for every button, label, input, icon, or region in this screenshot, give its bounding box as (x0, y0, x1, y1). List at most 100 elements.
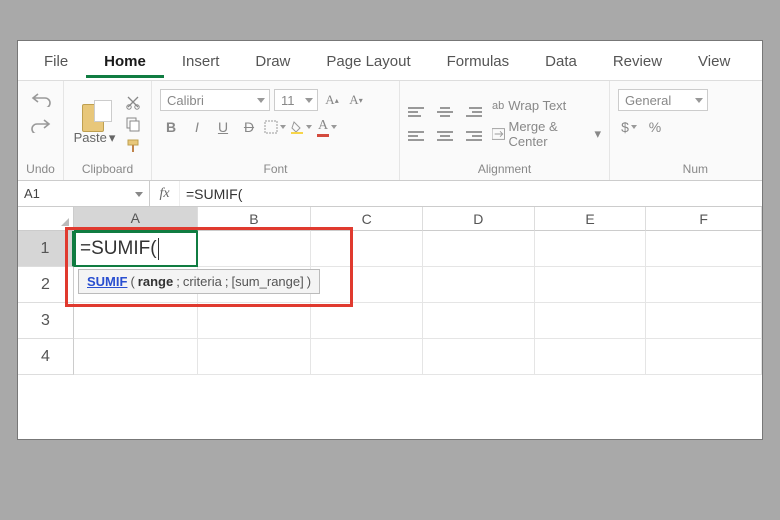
tab-draw[interactable]: Draw (237, 43, 308, 78)
number-format-combo[interactable]: General (618, 89, 708, 111)
align-right-button[interactable] (460, 126, 482, 146)
undo-button[interactable] (31, 91, 51, 107)
cell-A4[interactable] (74, 339, 198, 375)
active-cell-value: =SUMIF( (80, 238, 157, 260)
cell-C4[interactable] (311, 339, 423, 375)
font-color-button[interactable]: A (316, 117, 338, 137)
ribbon-group-font: Calibri 11 A▴ A▾ B I U D (152, 81, 400, 180)
sheet-grid[interactable]: A B C D E F 1 2 3 4 =SUMIF( SUMIF ( rang… (18, 207, 762, 439)
column-header-B[interactable]: B (198, 207, 312, 231)
redo-button[interactable] (31, 117, 51, 133)
ribbon-group-number: General $ % Num (610, 81, 720, 180)
tooltip-function-link[interactable]: SUMIF (87, 274, 127, 289)
cell-C1[interactable] (311, 231, 423, 267)
row-header-3[interactable]: 3 (18, 303, 74, 339)
cell-E1[interactable] (535, 231, 647, 267)
text-cursor (158, 238, 159, 260)
copy-button[interactable] (125, 116, 141, 132)
bold-button[interactable]: B (160, 117, 182, 137)
merge-center-button[interactable]: Merge & Center ▾ (492, 119, 601, 149)
cell-C2[interactable] (311, 267, 423, 303)
border-button[interactable] (264, 117, 286, 137)
merge-icon (492, 128, 505, 140)
tab-data[interactable]: Data (527, 43, 595, 78)
formula-bar: A1 fx =SUMIF( (18, 181, 762, 207)
cell-F2[interactable] (646, 267, 762, 303)
tab-view[interactable]: View (680, 43, 748, 78)
paste-button[interactable]: Paste▾ (74, 130, 116, 146)
fill-color-button[interactable] (290, 117, 312, 137)
formula-input[interactable]: =SUMIF( (180, 186, 762, 202)
align-center-button[interactable] (434, 126, 456, 146)
tab-file[interactable]: File (26, 43, 86, 78)
paste-icon[interactable] (82, 100, 108, 130)
chevron-down-icon: ▾ (594, 126, 601, 142)
wrap-text-icon: ab (492, 100, 504, 112)
italic-button[interactable]: I (186, 117, 208, 137)
column-header-A[interactable]: A (74, 207, 198, 231)
align-bottom-button[interactable] (460, 102, 482, 122)
tab-page-layout[interactable]: Page Layout (308, 43, 428, 78)
cell-E3[interactable] (535, 303, 647, 339)
wrap-text-button[interactable]: ab Wrap Text (492, 98, 601, 113)
format-painter-button[interactable] (125, 138, 141, 154)
cell-C3[interactable] (311, 303, 423, 339)
font-size-combo[interactable]: 11 (274, 89, 318, 111)
tab-home[interactable]: Home (86, 43, 164, 78)
currency-button[interactable]: $ (618, 117, 640, 137)
chevron-down-icon: ▾ (109, 130, 116, 146)
excel-window: File Home Insert Draw Page Layout Formul… (17, 40, 763, 440)
column-header-F[interactable]: F (646, 207, 762, 231)
active-cell-editor[interactable]: =SUMIF( (74, 231, 198, 267)
clipboard-group-label: Clipboard (82, 162, 133, 178)
row-headers: 1 2 3 4 (18, 231, 74, 439)
ribbon-group-undo: Undo (18, 81, 64, 180)
tab-insert[interactable]: Insert (164, 43, 238, 78)
cell-E2[interactable] (535, 267, 647, 303)
ribbon: Undo Paste▾ (18, 81, 762, 181)
tooltip-arg-range[interactable]: range (138, 274, 173, 289)
cell-F1[interactable] (646, 231, 762, 267)
tab-review[interactable]: Review (595, 43, 680, 78)
cell-D1[interactable] (423, 231, 535, 267)
increase-font-button[interactable]: A▴ (322, 90, 342, 110)
column-header-D[interactable]: D (423, 207, 535, 231)
row-header-2[interactable]: 2 (18, 267, 74, 303)
font-name-combo[interactable]: Calibri (160, 89, 270, 111)
fx-button[interactable]: fx (150, 181, 180, 206)
font-group-label: Font (263, 162, 287, 178)
tooltip-close-paren: ) (307, 274, 311, 289)
tooltip-arg-sumrange[interactable]: [sum_range] (231, 274, 303, 289)
tooltip-arg-criteria[interactable]: criteria (183, 274, 222, 289)
tab-formulas[interactable]: Formulas (429, 43, 528, 78)
tooltip-open-paren: ( (130, 274, 134, 289)
cell-B1[interactable] (198, 231, 312, 267)
cut-button[interactable] (125, 94, 141, 110)
cell-D2[interactable] (423, 267, 535, 303)
row-header-4[interactable]: 4 (18, 339, 74, 375)
cell-D3[interactable] (423, 303, 535, 339)
cell-B4[interactable] (198, 339, 312, 375)
column-header-E[interactable]: E (535, 207, 647, 231)
cell-F4[interactable] (646, 339, 762, 375)
column-header-C[interactable]: C (311, 207, 423, 231)
strikethrough-button[interactable]: D (238, 117, 260, 137)
align-left-button[interactable] (408, 126, 430, 146)
ribbon-tabs: File Home Insert Draw Page Layout Formul… (18, 41, 762, 81)
decrease-font-button[interactable]: A▾ (346, 90, 366, 110)
select-all-button[interactable] (18, 207, 74, 231)
cell-B3[interactable] (198, 303, 312, 339)
underline-button[interactable]: U (212, 117, 234, 137)
align-top-button[interactable] (408, 102, 430, 122)
align-middle-button[interactable] (434, 102, 456, 122)
row-header-1[interactable]: 1 (18, 231, 74, 267)
function-tooltip: SUMIF ( range ; criteria ; [sum_range] ) (78, 269, 320, 294)
undo-group-label: Undo (26, 162, 55, 178)
cell-D4[interactable] (423, 339, 535, 375)
percent-button[interactable]: % (644, 117, 666, 137)
ribbon-group-alignment: ab Wrap Text Merge & Center ▾ Alignment (400, 81, 610, 180)
cell-A3[interactable] (74, 303, 198, 339)
name-box[interactable]: A1 (18, 181, 150, 206)
cell-F3[interactable] (646, 303, 762, 339)
cell-E4[interactable] (535, 339, 647, 375)
